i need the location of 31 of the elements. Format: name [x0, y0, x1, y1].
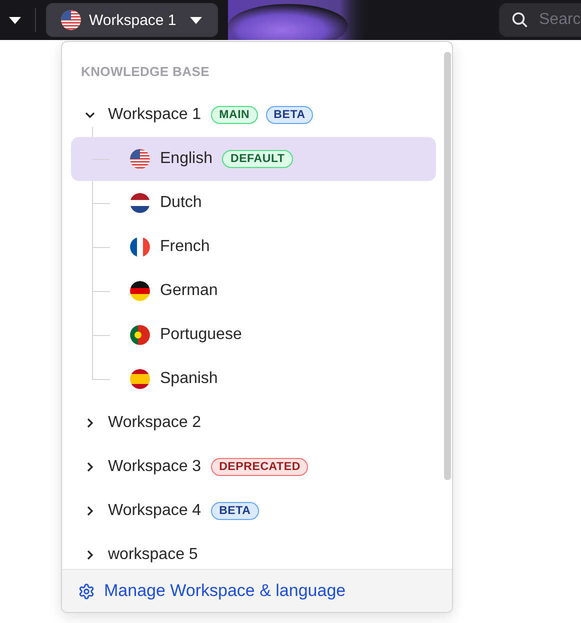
flag-icon: [61, 10, 81, 30]
status-badge: BETA: [211, 502, 259, 520]
flag-icon: [130, 193, 150, 213]
language-item[interactable]: Spanish: [71, 357, 436, 401]
workspace-item[interactable]: Workspace 1 MAIN BETA: [71, 93, 436, 137]
flag-icon: [130, 237, 150, 257]
caret-icon: [190, 16, 202, 24]
workspace-item[interactable]: Workspace 4 BETA: [71, 489, 436, 533]
scrollbar-thumb[interactable]: [444, 52, 451, 480]
workspace-item[interactable]: Workspace 2: [71, 401, 436, 445]
flag-icon: [130, 281, 150, 301]
flag-icon: [130, 369, 150, 389]
workspace-button[interactable]: Workspace 1: [46, 3, 218, 37]
flag-icon: [130, 149, 150, 169]
language-item[interactable]: Dutch: [71, 181, 436, 225]
language-item[interactable]: English DEFAULT: [71, 137, 436, 181]
workspace-item[interactable]: workspace 5: [71, 533, 436, 569]
status-badge: DEFAULT: [222, 150, 293, 168]
flag-icon: [130, 325, 150, 345]
search-field[interactable]: Searc: [499, 3, 581, 37]
search-icon: [511, 11, 529, 29]
status-badge: MAIN: [211, 106, 258, 124]
caret-icon: [9, 16, 21, 24]
status-badge: BETA: [266, 106, 314, 124]
workspace-item[interactable]: Workspace 3 DEPRECATED: [71, 445, 436, 489]
settings-icon: [78, 582, 95, 600]
language-item[interactable]: French: [71, 225, 436, 269]
section-heading: KNOWLEDGE BASE: [81, 64, 210, 79]
language-item[interactable]: German: [71, 269, 436, 313]
language-item[interactable]: Portuguese: [71, 313, 436, 357]
status-badge: DEPRECATED: [211, 458, 308, 476]
